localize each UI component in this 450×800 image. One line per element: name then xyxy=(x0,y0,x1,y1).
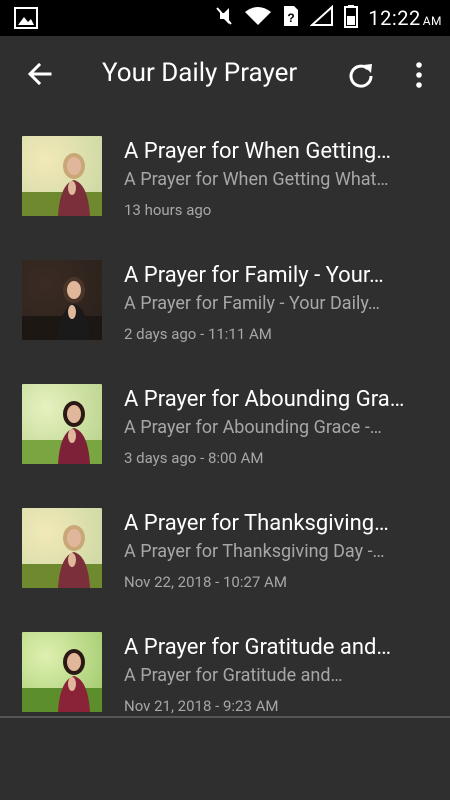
bottom-area xyxy=(0,718,450,800)
page-title: Your Daily Prayer xyxy=(102,58,298,88)
prayer-thumbnail xyxy=(22,508,102,588)
prayer-title: A Prayer for Gratitude and… xyxy=(124,635,392,660)
prayer-title: A Prayer for When Getting… xyxy=(124,139,391,164)
more-vert-icon[interactable] xyxy=(406,60,432,90)
signal-icon xyxy=(309,4,334,31)
list-item[interactable]: A Prayer for Gratitude and… A Prayer for … xyxy=(0,612,450,716)
list-item[interactable]: A Prayer for Family - Your… A Prayer for … xyxy=(0,240,450,360)
arrow-back-icon[interactable] xyxy=(24,60,54,90)
clock-time: 12:22 xyxy=(368,6,421,30)
svg-text:?: ? xyxy=(288,11,295,25)
prayer-thumbnail xyxy=(22,136,102,216)
prayer-thumbnail xyxy=(22,260,102,340)
prayer-texts: A Prayer for Family - Your… A Prayer for … xyxy=(124,262,424,345)
status-bar: ? 12:22 AM xyxy=(0,0,450,36)
prayer-texts: A Prayer for Gratitude and… A Prayer for … xyxy=(124,634,424,716)
prayer-subtitle: A Prayer for When Getting What… xyxy=(124,169,389,190)
prayer-title: A Prayer for Abounding Gra… xyxy=(124,387,405,412)
mute-icon xyxy=(214,5,234,31)
prayer-thumbnail xyxy=(22,632,102,712)
wifi-icon xyxy=(244,5,272,31)
prayer-title: A Prayer for Thanksgiving… xyxy=(124,511,389,536)
gallery-notification-icon xyxy=(14,7,38,33)
prayer-timestamp: 2 days ago - 11:11 AM xyxy=(124,325,272,343)
prayer-list: A Prayer for When Getting… A Prayer for W… xyxy=(0,116,450,716)
list-item[interactable]: A Prayer for Abounding Gra… A Prayer for … xyxy=(0,364,450,484)
prayer-timestamp: 13 hours ago xyxy=(124,201,212,219)
app-bar: Your Daily Prayer xyxy=(0,36,450,116)
battery-icon xyxy=(344,4,359,32)
prayer-timestamp: Nov 21, 2018 - 9:23 AM xyxy=(124,697,279,715)
clock-ampm: AM xyxy=(422,14,442,28)
prayer-thumbnail xyxy=(22,384,102,464)
prayer-subtitle: A Prayer for Abounding Grace -… xyxy=(124,417,382,438)
prayer-texts: A Prayer for Thanksgiving… A Prayer for T… xyxy=(124,510,424,593)
prayer-subtitle: A Prayer for Gratitude and… xyxy=(124,665,343,686)
prayer-timestamp: Nov 22, 2018 - 10:27 AM xyxy=(124,573,287,591)
list-item[interactable]: A Prayer for Thanksgiving… A Prayer for T… xyxy=(0,488,450,608)
sim-unknown-icon: ? xyxy=(282,4,300,32)
prayer-timestamp: 3 days ago - 8:00 AM xyxy=(124,449,264,467)
clock: 12:22 AM xyxy=(368,6,442,30)
prayer-texts: A Prayer for Abounding Gra… A Prayer for … xyxy=(124,386,424,469)
prayer-subtitle: A Prayer for Thanksgiving Day -… xyxy=(124,541,385,562)
refresh-icon[interactable] xyxy=(346,60,376,90)
prayer-texts: A Prayer for When Getting… A Prayer for W… xyxy=(124,138,424,221)
prayer-title: A Prayer for Family - Your… xyxy=(124,263,384,288)
prayer-subtitle: A Prayer for Family - Your Daily… xyxy=(124,293,380,314)
list-item[interactable]: A Prayer for When Getting… A Prayer for W… xyxy=(0,116,450,236)
